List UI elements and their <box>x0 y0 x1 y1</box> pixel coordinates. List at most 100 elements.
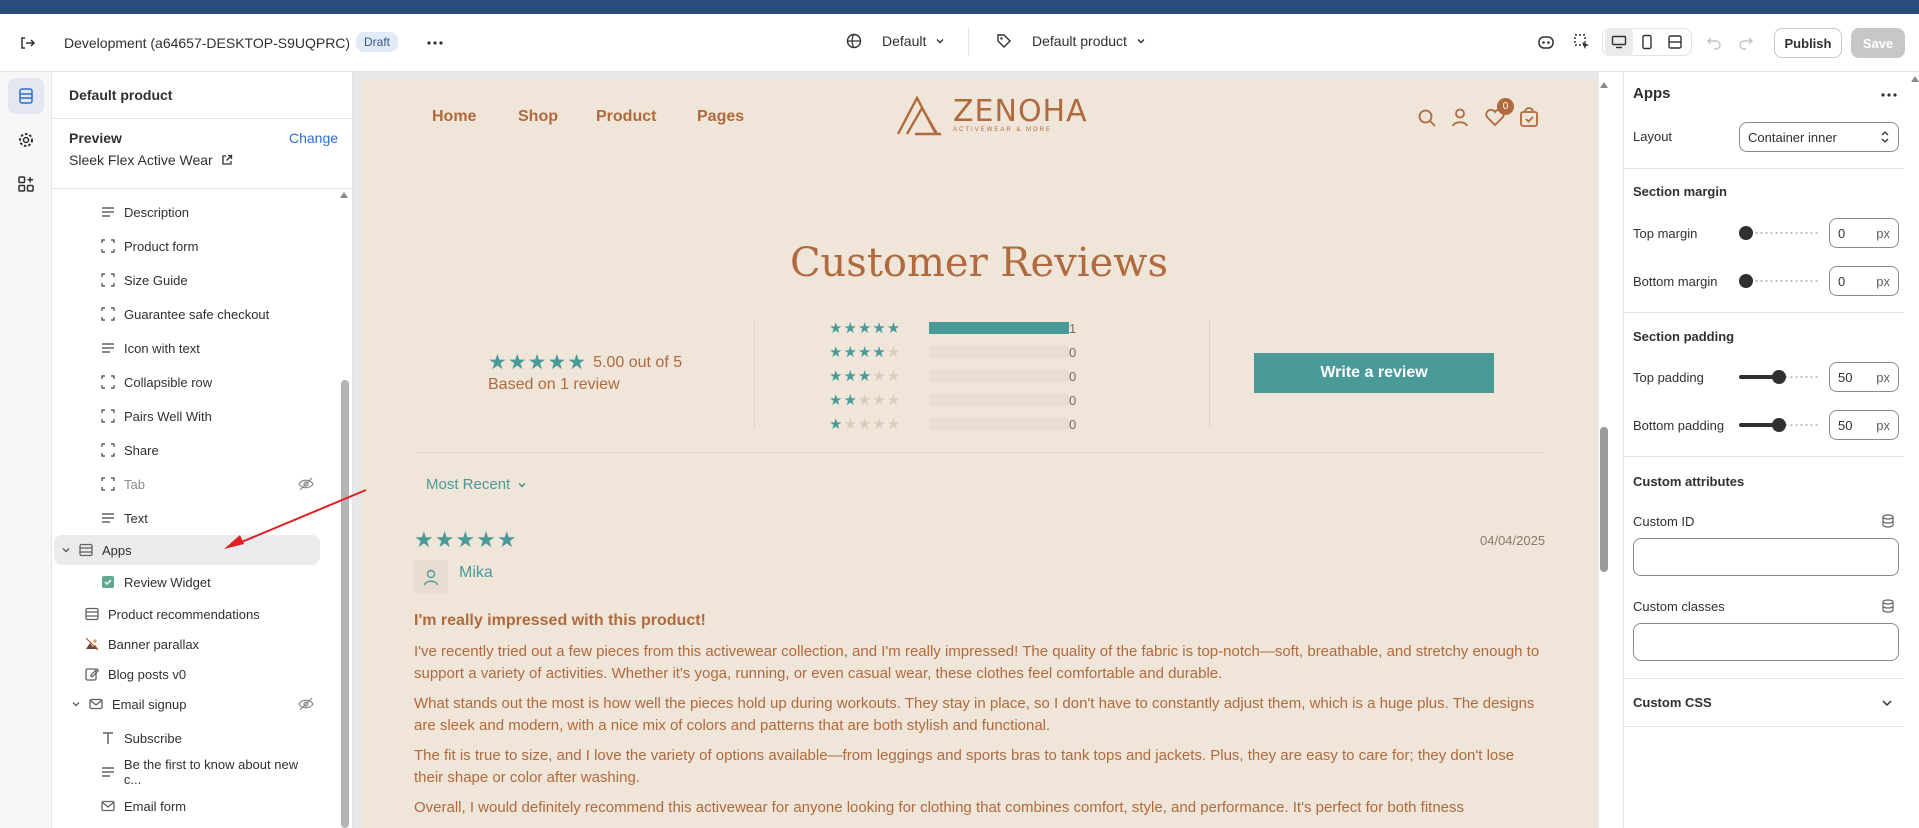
canvas-scroll-thumb[interactable] <box>1600 427 1608 572</box>
slider-knob[interactable] <box>1739 226 1753 240</box>
tree-item-product-form[interactable]: Product form <box>96 231 318 261</box>
search-icon[interactable] <box>1417 108 1437 128</box>
globe-icon <box>846 33 862 49</box>
theme-select[interactable]: Default <box>846 33 946 49</box>
store-logo[interactable]: ZENOHA ACTIVEWEAR & MORE <box>895 94 1088 136</box>
write-review-button[interactable]: Write a review <box>1254 353 1494 393</box>
more-actions-icon[interactable] <box>426 34 444 52</box>
custom-classes-input[interactable] <box>1633 623 1899 661</box>
slider-knob[interactable] <box>1739 274 1753 288</box>
tree-item-subscribe[interactable]: Subscribe <box>96 723 318 753</box>
desktop-icon[interactable] <box>1605 28 1633 56</box>
custom-id-input[interactable] <box>1633 538 1899 576</box>
settings-scrollbar[interactable] <box>1911 72 1919 828</box>
tree-item-guarantee-safe-checkout[interactable]: Guarantee safe checkout <box>96 299 318 329</box>
nav-product[interactable]: Product <box>596 108 656 126</box>
tree-item-be-the-first-to-know-about-new-c[interactable]: Be the first to know about new c... <box>96 757 318 787</box>
tree-item-review-widget[interactable]: Review Widget <box>96 567 318 597</box>
publish-button[interactable]: Publish <box>1774 28 1842 58</box>
more-actions-icon[interactable] <box>1880 86 1898 104</box>
slider-knob[interactable] <box>1772 370 1786 384</box>
scroll-up-icon[interactable] <box>340 192 348 198</box>
unit-label: px <box>1876 273 1890 289</box>
custom-classes-label: Custom classes <box>1633 599 1725 614</box>
top-padding-slider[interactable] <box>1739 369 1819 385</box>
layout-select[interactable]: Container inner <box>1739 122 1899 152</box>
tree-item-email-form[interactable]: Email form <box>96 791 318 821</box>
chevron-down-icon[interactable] <box>1880 696 1894 710</box>
database-icon[interactable] <box>1882 599 1894 613</box>
logo-name: ZENOHA <box>953 94 1088 129</box>
panel-scrollbar[interactable] <box>341 380 349 828</box>
inspector-icon[interactable] <box>1568 28 1596 56</box>
undo-icon[interactable] <box>1700 28 1728 56</box>
bottom-padding-field[interactable]: 50 px <box>1829 410 1899 440</box>
bottom-padding-slider[interactable] <box>1739 417 1819 433</box>
tree-item-banner-parallax[interactable]: Banner parallax <box>80 629 318 659</box>
exit-icon[interactable] <box>18 34 36 52</box>
external-link-icon <box>222 154 232 165</box>
sidekick-icon[interactable] <box>1532 28 1560 56</box>
heading-icon <box>100 730 116 746</box>
bottom-margin-slider[interactable] <box>1739 273 1819 289</box>
review-paragraph: I've recently tried out a few pieces fro… <box>414 643 1540 682</box>
tree-item-label: Guarantee safe checkout <box>124 306 270 322</box>
change-preview-link[interactable]: Change <box>289 130 338 146</box>
unit-label: px <box>1876 225 1890 241</box>
apps-icon[interactable] <box>8 166 44 202</box>
tree-item-email-signup[interactable]: Email signup <box>64 689 318 719</box>
top-padding-field[interactable]: 50 px <box>1829 362 1899 392</box>
nav-pages[interactable]: Pages <box>697 108 744 126</box>
template-select-label: Default product <box>1032 33 1127 49</box>
nav-home[interactable]: Home <box>432 108 476 126</box>
account-icon[interactable] <box>1450 107 1470 127</box>
chevron-down-icon <box>936 39 944 44</box>
logo-mark-icon <box>896 95 941 136</box>
preview-product[interactable]: Sleek Flex Active Wear <box>69 152 233 168</box>
draft-badge: Draft <box>356 32 399 52</box>
fullscreen-icon[interactable] <box>1661 28 1689 56</box>
database-icon[interactable] <box>1882 514 1894 528</box>
tree-item-label: Banner parallax <box>108 636 200 652</box>
bottom-margin-value: 0 <box>1838 273 1846 289</box>
tree-item-pairs-well-with[interactable]: Pairs Well With <box>96 401 318 431</box>
divider <box>52 188 352 189</box>
tree-item-size-guide[interactable]: Size Guide <box>96 265 318 295</box>
settings-icon[interactable] <box>8 122 44 158</box>
divider <box>52 118 352 119</box>
bottom-padding-value: 50 <box>1838 417 1853 433</box>
hidden-eye-icon[interactable] <box>298 697 314 711</box>
tree-item-product-recommendations[interactable]: Product recommendations <box>80 599 318 629</box>
redo-icon[interactable] <box>1732 28 1760 56</box>
tree-item-blog-posts-v0[interactable]: Blog posts v0 <box>80 659 318 689</box>
chevron-down-icon[interactable] <box>68 696 84 712</box>
top-margin-slider[interactable] <box>1739 225 1819 241</box>
top-margin-field[interactable]: 0 px <box>1829 218 1899 248</box>
tree-item-share[interactable]: Share <box>96 435 318 465</box>
chevron-down-icon <box>518 482 526 488</box>
section-padding-heading: Section padding <box>1633 329 1735 344</box>
template-select[interactable]: Default product <box>996 33 1147 49</box>
top-margin-value: 0 <box>1838 225 1846 241</box>
sections-icon[interactable] <box>8 78 44 114</box>
slider-knob[interactable] <box>1772 418 1786 432</box>
based-on-text: Based on 1 review <box>488 376 620 393</box>
bottom-margin-field[interactable]: 0 px <box>1829 266 1899 296</box>
mobile-icon[interactable] <box>1633 28 1661 56</box>
image-icon <box>84 636 100 652</box>
rating-bar-stars-icon: ★★★★★ <box>829 368 902 385</box>
save-button[interactable]: Save <box>1851 28 1905 58</box>
divider <box>1624 312 1904 313</box>
cart-icon[interactable] <box>1518 106 1540 128</box>
rating-bar-track <box>929 322 1069 334</box>
tree-item-icon-with-text[interactable]: Icon with text <box>96 333 318 363</box>
canvas-scrollbar[interactable] <box>1599 72 1623 828</box>
sort-select[interactable]: Most Recent <box>426 476 528 493</box>
nav-shop[interactable]: Shop <box>518 108 558 126</box>
chevron-down-icon[interactable] <box>58 542 74 558</box>
rating-bar-track <box>929 394 1069 406</box>
sections-panel: Default product Preview Change Sleek Fle… <box>52 72 353 828</box>
tree-item-collapsible-row[interactable]: Collapsible row <box>96 367 318 397</box>
custom-css-heading[interactable]: Custom CSS <box>1633 695 1712 710</box>
tree-item-description[interactable]: Description <box>96 197 318 227</box>
